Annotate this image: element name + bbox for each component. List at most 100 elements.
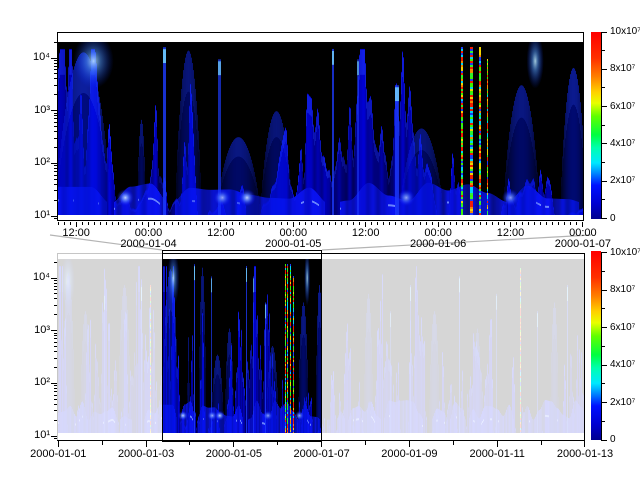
x-time-label: 12:00 [54,228,98,239]
colorbar-major-tick [601,365,607,366]
y-minor-tick [54,66,58,67]
colorbar-tick-label: 8x10⁷ [610,64,640,74]
x-minor-tick [486,222,487,225]
colorbar-tick-label: 2x10⁷ [610,176,640,186]
y-minor-tick [54,69,58,70]
tplot-window: 10¹10²10³10⁴10¹10²10³10⁴12:0000:0012:000… [0,0,640,480]
y-minor-tick [54,289,58,290]
x-minor-tick [570,222,571,225]
colorbar-major-tick [601,143,607,144]
x-minor-tick [413,222,414,225]
y-minor-tick [54,94,58,95]
x-minor-tick [160,222,161,225]
y-minor-tick [54,126,58,127]
y-minor-tick [54,305,58,306]
x-minor-tick [546,222,547,225]
x-minor-tick [407,222,408,225]
y-minor-tick [54,399,58,400]
colorbar-major-tick [601,32,607,33]
x-minor-tick [257,222,258,225]
y-minor-tick [54,184,58,185]
y-major-tick [51,278,57,279]
x-minor-tick [444,222,445,225]
x-minor-tick [377,222,378,225]
x-tick-label: 2000-01-13 [550,449,620,460]
y-minor-tick [54,200,58,201]
x-minor-tick [226,222,227,225]
x-major-tick [584,441,585,447]
x-minor-tick [154,222,155,225]
y-minor-tick [54,333,58,334]
x-minor-tick [558,222,559,225]
y-major-tick [51,58,57,59]
x-minor-tick [142,222,143,225]
colorbar-tick-label: 8x10⁷ [610,285,640,295]
y-minor-tick [54,420,58,421]
x-minor-tick [359,222,360,225]
y-minor-tick [54,338,58,339]
colorbar-tick-label: 4x10⁷ [610,360,640,370]
selection-box[interactable] [162,250,322,442]
x-minor-tick [305,222,306,225]
y-minor-tick [54,168,58,169]
colorbar-tick-label: 0 [610,435,640,445]
x-minor-tick [576,222,577,225]
colorbar-tick-label: 10x10⁷ [610,248,640,258]
y-tick-label: 10³ [26,325,50,336]
y-minor-tick [54,138,58,139]
x-minor-tick [190,222,191,225]
colorbar-major-tick [601,327,607,328]
colorbar-tick-label: 6x10⁷ [610,323,640,333]
colorbar-major-tick [601,181,607,182]
x-tick-label: 2000-01-01 [23,449,93,460]
y-minor-tick [54,280,58,281]
x-minor-tick [401,222,402,225]
x-time-label: 12:00 [199,228,243,239]
y-minor-tick [54,404,58,405]
x-minor-tick [112,222,113,225]
x-major-tick [409,441,410,447]
x-minor-tick [450,222,451,225]
x-minor-tick [275,222,276,225]
colorbar-minor-tick [601,383,605,384]
x-minor-tick [504,222,505,225]
zoom-spectrogram-canvas[interactable] [58,42,583,215]
x-minor-tick [136,222,137,225]
y-minor-tick [54,118,58,119]
y-minor-tick [54,367,58,368]
y-minor-tick [54,395,58,396]
x-minor-tick [474,222,475,225]
x-minor-tick [462,222,463,225]
x-minor-tick [82,222,83,225]
y-minor-tick [54,122,58,123]
x-minor-tick [70,222,71,225]
y-minor-tick [54,358,58,359]
x-major-tick [58,441,59,447]
x-major-tick [146,441,147,447]
x-minor-tick [251,222,252,225]
y-minor-tick [54,410,58,411]
y-minor-tick [54,293,58,294]
colorbar-major-tick [601,440,607,441]
x-minor-tick [420,222,421,225]
y-tick-label: 10¹ [26,430,50,441]
y-minor-tick [54,85,58,86]
y-minor-tick [54,283,58,284]
x-tick-label: 2000-01-11 [462,449,532,460]
y-minor-tick [54,171,58,172]
y-minor-tick [54,115,58,116]
y-minor-tick [54,385,58,386]
x-minor-tick [130,222,131,225]
y-minor-tick [54,73,58,74]
x-minor-tick [88,222,89,225]
x-minor-tick [287,222,288,225]
colorbar-major-tick [601,290,607,291]
x-minor-tick [172,222,173,225]
colorbar-minor-tick [601,50,605,51]
x-minor-tick [389,222,390,225]
x-minor-tick [522,222,523,225]
x-minor-tick [311,222,312,225]
y-minor-tick [54,218,58,219]
x-minor-tick [118,222,119,225]
colorbar-minor-tick [601,199,605,200]
